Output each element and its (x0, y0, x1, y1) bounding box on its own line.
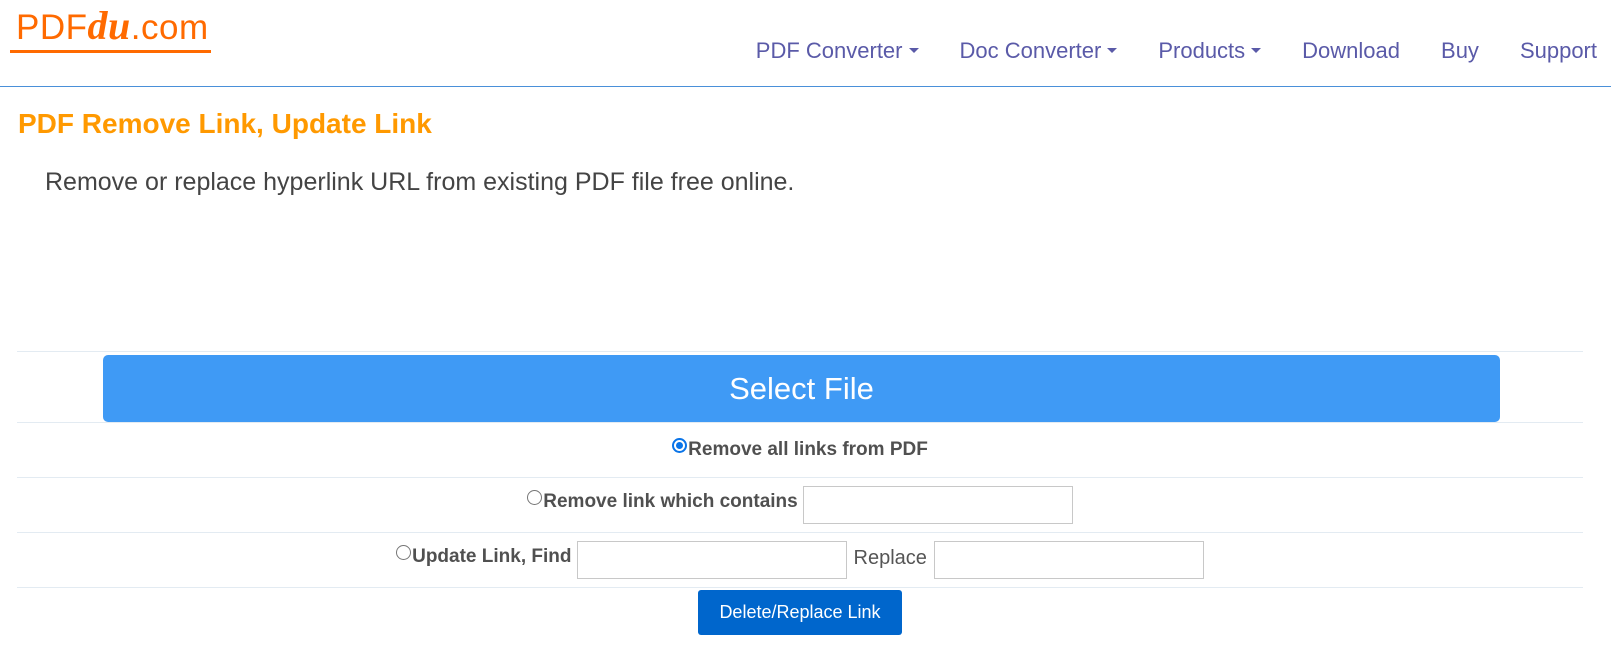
action-row: Delete/Replace Link (17, 587, 1583, 649)
remove-contains-row: Remove link which contains (17, 477, 1583, 532)
remove-all-row: Remove all links from PDF (17, 422, 1583, 477)
delete-replace-link-button[interactable]: Delete/Replace Link (698, 590, 902, 635)
logo-prefix: PDF (16, 8, 88, 47)
remove-contains-option[interactable]: Remove link which contains (527, 490, 798, 513)
update-link-option[interactable]: Update Link, Find (396, 545, 572, 568)
nav-support[interactable]: Support (1520, 36, 1597, 66)
nav-doc-converter[interactable]: Doc Converter (960, 36, 1118, 66)
logo-suffix: .com (130, 8, 209, 47)
nav-label: Doc Converter (959, 38, 1102, 63)
caret-down-icon (1107, 47, 1118, 53)
nav-label: Products (1158, 38, 1246, 63)
logo-accent: du (87, 3, 131, 48)
update-link-radio[interactable] (396, 545, 412, 561)
remove-contains-label: Remove link which contains (543, 491, 798, 512)
nav-buy[interactable]: Buy (1441, 36, 1479, 66)
site-header: PDFdu.com PDF Converter Doc Converter Pr… (0, 0, 1611, 87)
nav-label: Download (1302, 38, 1401, 63)
remove-all-option[interactable]: Remove all links from PDF (672, 438, 928, 461)
remove-all-label: Remove all links from PDF (688, 439, 928, 460)
update-link-label: Update Link, Find (412, 546, 572, 567)
main-nav: PDF Converter Doc Converter Products Dow… (715, 36, 1597, 66)
nav-label: Buy (1441, 38, 1479, 63)
caret-down-icon (908, 47, 919, 53)
nav-products[interactable]: Products (1158, 36, 1262, 66)
nav-pdf-converter[interactable]: PDF Converter (756, 36, 919, 66)
nav-label: Support (1519, 38, 1597, 63)
select-file-button[interactable]: Select File (103, 355, 1500, 422)
find-input[interactable] (576, 541, 847, 579)
nav-label: PDF Converter (755, 38, 903, 63)
replace-input[interactable] (933, 541, 1204, 579)
update-link-row: Update Link, Find Replace (17, 532, 1583, 587)
caret-down-icon (1251, 47, 1262, 53)
select-file-row: Select File (17, 351, 1583, 422)
remove-contains-input[interactable] (802, 486, 1073, 524)
page-subtitle: Remove or replace hyperlink URL from exi… (45, 168, 795, 196)
page-title: PDF Remove Link, Update Link (18, 108, 432, 139)
pdfdu-logo[interactable]: PDFdu.com (10, 6, 211, 53)
remove-all-radio[interactable] (672, 438, 688, 454)
nav-download[interactable]: Download (1302, 36, 1400, 66)
link-options-form: Select File Remove all links from PDF Re… (17, 351, 1583, 649)
replace-label: Replace (853, 547, 927, 569)
remove-contains-radio[interactable] (527, 490, 543, 506)
